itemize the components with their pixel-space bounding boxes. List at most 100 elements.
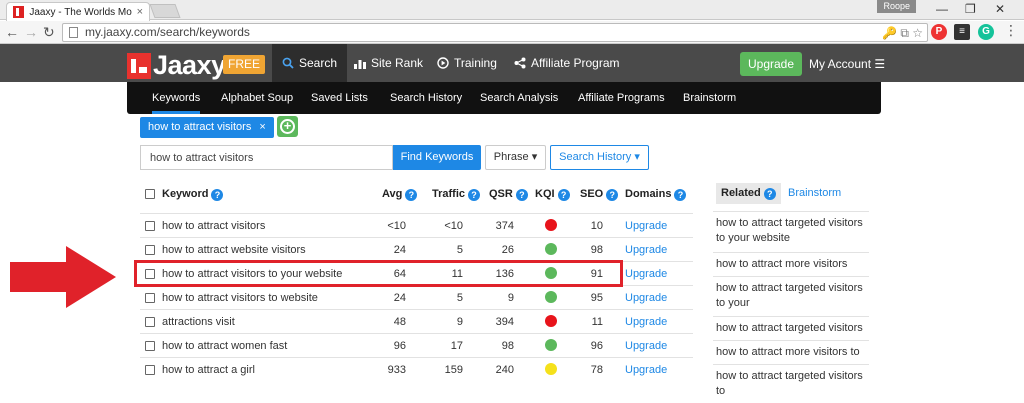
help-icon[interactable]: ?	[674, 189, 687, 201]
domains-upgrade-link[interactable]: Upgrade	[625, 334, 667, 358]
traffic-cell: 159	[444, 364, 463, 376]
browser-tab[interactable]: Jaaxy - The Worlds Most A ×	[6, 2, 150, 21]
select-all-checkbox[interactable]	[145, 189, 155, 199]
upgrade-button[interactable]: Upgrade	[740, 52, 802, 76]
help-icon[interactable]: ?	[763, 188, 776, 200]
bookmark-star-icon[interactable]: 🔑 ⧉ ☆	[882, 25, 923, 42]
chrome-menu-icon[interactable]: ⋮	[1004, 22, 1018, 39]
keyword-cell[interactable]: how to attract visitors to website	[162, 286, 318, 310]
avg-cell: 24	[393, 244, 406, 256]
row-checkbox[interactable]	[145, 365, 155, 375]
jaaxy-favicon-icon	[13, 6, 25, 18]
tab-related[interactable]: Related?	[716, 183, 781, 204]
domains-upgrade-link[interactable]: Upgrade	[625, 310, 667, 334]
nav-training[interactable]: Training	[437, 44, 497, 82]
subnav-keywords[interactable]: Keywords	[152, 82, 201, 114]
keyword-search-input[interactable]	[140, 145, 393, 170]
qsr-cell: 374	[495, 220, 514, 232]
related-keyword-item[interactable]: how to attract more visitors	[713, 252, 869, 276]
new-tab-button[interactable]	[149, 4, 181, 18]
tab-brainstorm[interactable]: Brainstorm	[788, 183, 841, 204]
domains-upgrade-link[interactable]: Upgrade	[625, 214, 667, 238]
jaaxy-logo[interactable]: Jaaxy	[127, 50, 226, 81]
row-checkbox[interactable]	[145, 341, 155, 351]
my-account-menu[interactable]: My Account ☰	[809, 57, 885, 71]
kqi-indicator	[545, 339, 557, 351]
search-history-dropdown[interactable]: Search History ▾	[550, 145, 649, 170]
help-icon[interactable]: ?	[557, 189, 570, 201]
keyword-cell[interactable]: how to attract a girl	[162, 358, 255, 382]
help-icon[interactable]: ?	[405, 189, 418, 201]
chip-close-icon[interactable]: ×	[259, 117, 265, 138]
subnav-saved-lists[interactable]: Saved Lists	[311, 82, 368, 114]
keyword-cell[interactable]: attractions visit	[162, 310, 235, 334]
table-row[interactable]: how to attract women fast 96 17 98 96 Up…	[140, 333, 693, 357]
keyword-cell[interactable]: how to attract women fast	[162, 334, 287, 358]
keyword-chip[interactable]: how to attract visitors ×	[140, 117, 274, 138]
help-icon[interactable]: ?	[606, 189, 619, 201]
related-keyword-item[interactable]: how to attract more visitors to	[713, 340, 869, 364]
kqi-indicator	[545, 243, 557, 255]
grammarly-extension-icon[interactable]: G	[978, 24, 994, 40]
phrase-dropdown[interactable]: Phrase ▾	[485, 145, 546, 170]
col-qsr[interactable]: QSR?	[489, 180, 528, 208]
table-row[interactable]: how to attract website visitors 24 5 26 …	[140, 237, 693, 261]
table-row[interactable]: how to attract visitors <10 <10 374 10 U…	[140, 213, 693, 237]
qsr-cell: 98	[501, 340, 514, 352]
find-keywords-button[interactable]: Find Keywords	[393, 145, 481, 170]
keyword-cell[interactable]: how to attract website visitors	[162, 238, 306, 262]
nav-affiliate-program[interactable]: Affiliate Program	[514, 44, 619, 82]
close-window-icon[interactable]: ✕	[995, 2, 1005, 16]
row-checkbox[interactable]	[145, 293, 155, 303]
restore-icon[interactable]: ❐	[965, 2, 976, 16]
subnav-search-analysis[interactable]: Search Analysis	[480, 82, 558, 114]
col-seo[interactable]: SEO?	[580, 180, 619, 208]
domains-upgrade-link[interactable]: Upgrade	[625, 286, 667, 310]
profile-badge[interactable]: Roope	[877, 0, 916, 13]
table-row[interactable]: attractions visit 48 9 394 11 Upgrade	[140, 309, 693, 333]
nav-search[interactable]: Search	[272, 44, 348, 82]
subnav-alphabet-soup[interactable]: Alphabet Soup	[221, 82, 293, 114]
url-field[interactable]: my.jaaxy.com/search/keywords 🔑 ⧉ ☆	[62, 23, 928, 42]
domains-upgrade-link[interactable]: Upgrade	[625, 262, 667, 286]
col-traffic[interactable]: Traffic?	[432, 180, 481, 208]
nav-site-rank[interactable]: Site Rank	[354, 44, 423, 82]
subnav-search-history[interactable]: Search History	[390, 82, 462, 114]
back-icon[interactable]: ←	[5, 24, 19, 40]
related-keyword-item[interactable]: how to attract targeted visitors to	[713, 364, 869, 403]
pinterest-extension-icon[interactable]: P	[931, 24, 947, 40]
tab-close-icon[interactable]: ×	[137, 6, 143, 18]
col-keyword[interactable]: Keyword?	[162, 180, 224, 208]
col-kqi[interactable]: KQI?	[535, 180, 570, 208]
subnav-brainstorm[interactable]: Brainstorm	[683, 82, 736, 114]
url-text: my.jaaxy.com/search/keywords	[85, 25, 250, 39]
kqi-indicator	[545, 315, 557, 327]
col-domains[interactable]: Domains?	[625, 180, 687, 208]
help-icon[interactable]: ?	[211, 189, 224, 201]
related-keyword-item[interactable]: how to attract targeted visitors	[713, 316, 869, 340]
help-icon[interactable]: ?	[515, 189, 528, 201]
col-avg[interactable]: Avg?	[382, 180, 418, 208]
reload-icon[interactable]: ↻	[43, 24, 55, 41]
browser-tab-strip: Jaaxy - The Worlds Most A × Roope — ❐ ✕	[0, 0, 1024, 21]
forward-icon[interactable]: →	[24, 24, 38, 40]
related-keyword-item[interactable]: how to attract targeted visitors to your	[713, 276, 869, 315]
keyword-cell[interactable]: how to attract visitors	[162, 214, 265, 238]
search-history-label: Search History	[559, 151, 632, 163]
row-checkbox[interactable]	[145, 317, 155, 327]
subnav-affiliate-programs[interactable]: Affiliate Programs	[578, 82, 665, 114]
buffer-extension-icon[interactable]: ≡	[954, 24, 970, 40]
seo-cell: 11	[591, 316, 603, 328]
row-checkbox[interactable]	[145, 245, 155, 255]
help-icon[interactable]: ?	[468, 189, 481, 201]
row-checkbox[interactable]	[145, 221, 155, 231]
table-row[interactable]: how to attract visitors to website 24 5 …	[140, 285, 693, 309]
qsr-cell: 9	[507, 292, 514, 304]
domains-upgrade-link[interactable]: Upgrade	[625, 238, 667, 262]
domains-upgrade-link[interactable]: Upgrade	[625, 358, 667, 382]
table-row[interactable]: how to attract a girl 933 159 240 78 Upg…	[140, 357, 693, 381]
seo-cell: 78	[590, 364, 603, 376]
related-keyword-item[interactable]: how to attract targeted visitors to your…	[713, 211, 869, 250]
add-keyword-button[interactable]: +	[277, 116, 298, 137]
minimize-icon[interactable]: —	[936, 2, 948, 16]
